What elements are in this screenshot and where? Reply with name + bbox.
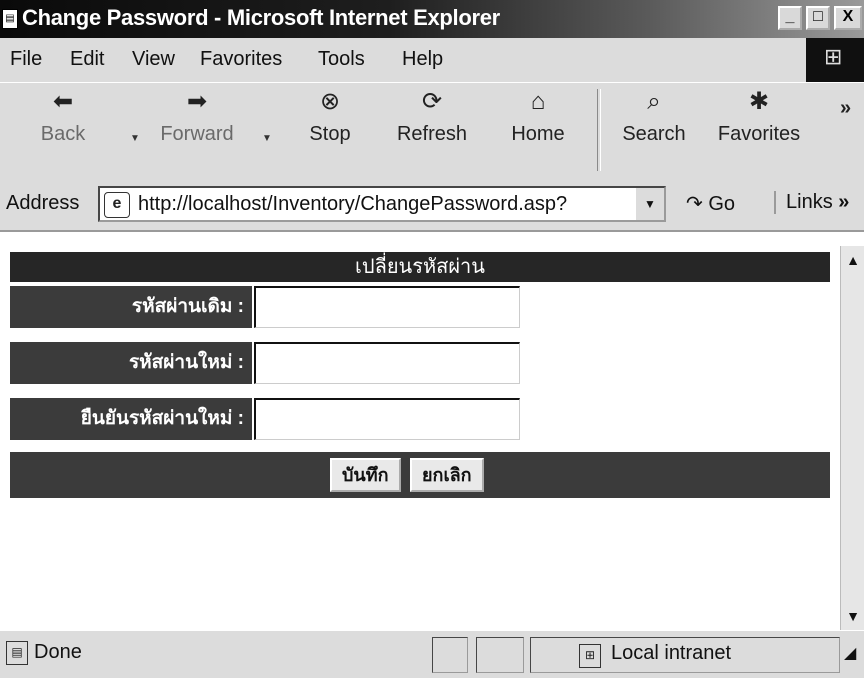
favorites-label: Favorites: [717, 123, 801, 145]
page-status-icon: ▤: [6, 641, 28, 665]
links-more-icon: »: [838, 191, 850, 213]
menu-edit[interactable]: Edit: [70, 48, 104, 71]
status-bar: ▤ Done ⊞ Local intranet ◢: [0, 630, 864, 678]
confirm-password-input[interactable]: [254, 398, 520, 440]
form-actions: บันทึก ยกเลิก: [10, 452, 830, 498]
zone-label: Local intranet: [611, 642, 732, 664]
search-icon: ⌕: [647, 88, 661, 115]
new-password-label: รหัสผ่านใหม่ :: [10, 342, 252, 384]
forward-button[interactable]: ➡ Forward: [154, 87, 240, 146]
minimize-button[interactable]: _: [778, 6, 802, 30]
page-content: เปลี่ยนรหัสผ่าน รหัสผ่านเดิม : รหัสผ่านใ…: [0, 246, 840, 630]
save-button[interactable]: บันทึก: [330, 458, 401, 492]
maximize-button[interactable]: □: [806, 6, 830, 30]
address-url: http://localhost/Inventory/ChangePasswor…: [138, 193, 568, 215]
address-dropdown-icon[interactable]: ▼: [634, 188, 664, 220]
vertical-scrollbar[interactable]: ▲ ▼: [840, 246, 864, 630]
scroll-up-icon[interactable]: ▲: [843, 250, 863, 270]
toolbar-more-button[interactable]: »: [840, 97, 851, 120]
scroll-down-icon[interactable]: ▼: [843, 606, 863, 626]
window-title: Change Password - Microsoft Internet Exp…: [22, 5, 500, 30]
browser-window: ▤ Change Password - Microsoft Internet E…: [0, 0, 864, 678]
confirm-password-label: ยืนยันรหัสผ่านใหม่ :: [10, 398, 252, 440]
refresh-button[interactable]: ⟳ Refresh: [394, 87, 470, 146]
standard-toolbar: ⬅ Back ▼ ➡ Forward ▼ ⊗ Stop ⟳ Refresh ⌂ …: [0, 82, 864, 182]
new-password-input[interactable]: [254, 342, 520, 384]
close-button[interactable]: X: [834, 6, 862, 30]
title-bar: ▤ Change Password - Microsoft Internet E…: [0, 0, 864, 39]
links-label: Links: [786, 191, 833, 213]
status-text: Done: [34, 641, 82, 663]
home-label: Home: [511, 123, 565, 145]
back-button[interactable]: ⬅ Back: [38, 87, 88, 146]
stop-icon: ⊗: [319, 88, 341, 115]
cancel-button[interactable]: ยกเลิก: [410, 458, 484, 492]
home-icon: ⌂: [530, 88, 546, 115]
home-button[interactable]: ⌂ Home: [506, 87, 570, 146]
back-arrow-icon: ⬅: [52, 88, 74, 115]
refresh-icon: ⟳: [421, 88, 443, 115]
intranet-zone-icon: ⊞: [579, 644, 601, 668]
menu-view[interactable]: View: [132, 48, 175, 71]
address-input[interactable]: e http://localhost/Inventory/ChangePassw…: [98, 186, 666, 222]
status-pane: [432, 637, 468, 673]
refresh-label: Refresh: [396, 123, 468, 145]
links-button[interactable]: Links »: [774, 191, 849, 214]
menu-bar: File Edit View Favorites Tools Help: [0, 38, 864, 83]
stop-label: Stop: [309, 123, 351, 145]
ie-page-icon: e: [104, 192, 130, 218]
page-icon: ▤: [2, 9, 18, 29]
zone-pane: ⊞ Local intranet: [530, 637, 840, 673]
back-dropdown-icon[interactable]: ▼: [130, 133, 140, 144]
back-label: Back: [40, 123, 86, 145]
forward-label: Forward: [160, 123, 234, 145]
go-label: Go: [708, 193, 736, 215]
toolbar-separator: [597, 89, 601, 171]
menu-file[interactable]: File: [10, 48, 42, 71]
windows-logo-icon: ⊞: [824, 44, 843, 69]
forward-arrow-icon: ➡: [186, 88, 208, 115]
favorites-button[interactable]: ✱ Favorites: [712, 87, 806, 146]
favorites-icon: ✱: [748, 88, 770, 115]
address-bar: Address e http://localhost/Inventory/Cha…: [0, 180, 864, 232]
stop-button[interactable]: ⊗ Stop: [302, 87, 358, 146]
go-arrow-icon: ↷: [686, 193, 703, 215]
form-title: เปลี่ยนรหัสผ่าน: [10, 252, 830, 282]
old-password-label: รหัสผ่านเดิม :: [10, 286, 252, 328]
status-pane: [476, 637, 524, 673]
menu-favorites[interactable]: Favorites: [200, 48, 282, 71]
menu-help[interactable]: Help: [402, 48, 443, 71]
windows-logo-throbber: ⊞: [806, 38, 864, 82]
search-button[interactable]: ⌕ Search: [616, 87, 692, 146]
old-password-input[interactable]: [254, 286, 520, 328]
address-label: Address: [6, 192, 80, 214]
go-button[interactable]: ↷ Go: [686, 191, 735, 216]
menu-tools[interactable]: Tools: [318, 48, 365, 71]
resize-grip-icon[interactable]: ◢: [844, 643, 856, 663]
search-label: Search: [622, 123, 686, 145]
forward-dropdown-icon[interactable]: ▼: [262, 133, 272, 144]
